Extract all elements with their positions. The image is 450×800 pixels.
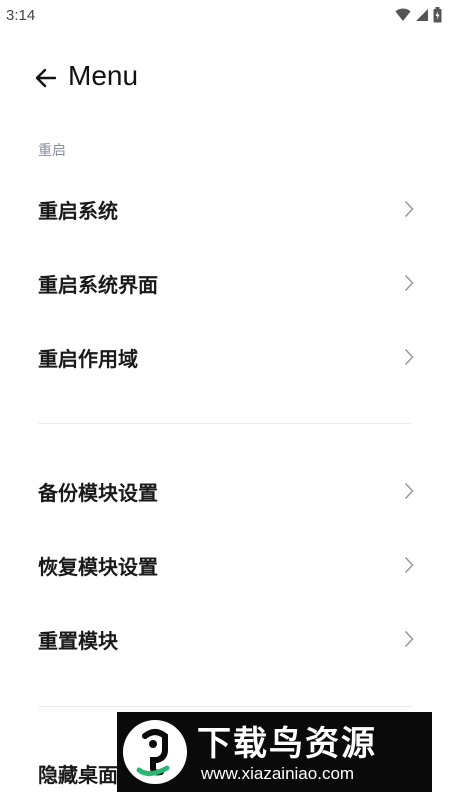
divider xyxy=(38,423,412,424)
divider xyxy=(38,706,412,707)
arrow-left-icon xyxy=(35,68,57,88)
menu-item-restart-system[interactable]: 重启系统 xyxy=(0,176,450,242)
chevron-right-icon xyxy=(404,482,414,500)
chevron-right-icon xyxy=(404,556,414,574)
menu-item-restart-system-ui[interactable]: 重启系统界面 xyxy=(0,250,450,316)
menu-item-backup-module-settings[interactable]: 备份模块设置 xyxy=(0,458,450,524)
section-header-restart: 重启 xyxy=(38,143,66,159)
bird-logo-icon xyxy=(123,720,187,784)
menu-item-label: 重启作用域 xyxy=(38,346,138,371)
status-bar: 3:14 xyxy=(0,0,450,32)
chevron-right-icon xyxy=(404,630,414,648)
battery-icon xyxy=(433,7,442,23)
wifi-icon xyxy=(395,8,411,21)
watermark-overlay: 下载鸟资源 www.xiazainiao.com xyxy=(117,712,432,792)
status-icons xyxy=(395,7,442,23)
menu-item-label: 恢复模块设置 xyxy=(38,554,158,579)
chevron-right-icon xyxy=(404,200,414,218)
chevron-right-icon xyxy=(404,274,414,292)
chevron-right-icon xyxy=(404,348,414,366)
menu-item-reset-modules[interactable]: 重置模块 xyxy=(0,606,450,672)
page-title: Menu xyxy=(68,60,139,91)
menu-item-restart-scope[interactable]: 重启作用域 xyxy=(0,324,450,390)
menu-item-label: 重置模块 xyxy=(38,628,118,653)
menu-item-label: 隐藏桌面 xyxy=(38,762,118,787)
menu-item-restore-module-settings[interactable]: 恢复模块设置 xyxy=(0,532,450,598)
cell-signal-icon xyxy=(416,9,428,21)
watermark-title: 下载鸟资源 xyxy=(197,724,377,764)
back-button[interactable] xyxy=(30,62,62,94)
status-time: 3:14 xyxy=(6,7,36,24)
watermark-url: www.xiazainiao.com xyxy=(201,764,355,783)
menu-item-label: 重启系统界面 xyxy=(38,272,158,297)
menu-item-label: 重启系统 xyxy=(38,198,118,223)
app-bar: Menu xyxy=(0,58,450,98)
menu-item-label: 备份模块设置 xyxy=(38,480,158,505)
